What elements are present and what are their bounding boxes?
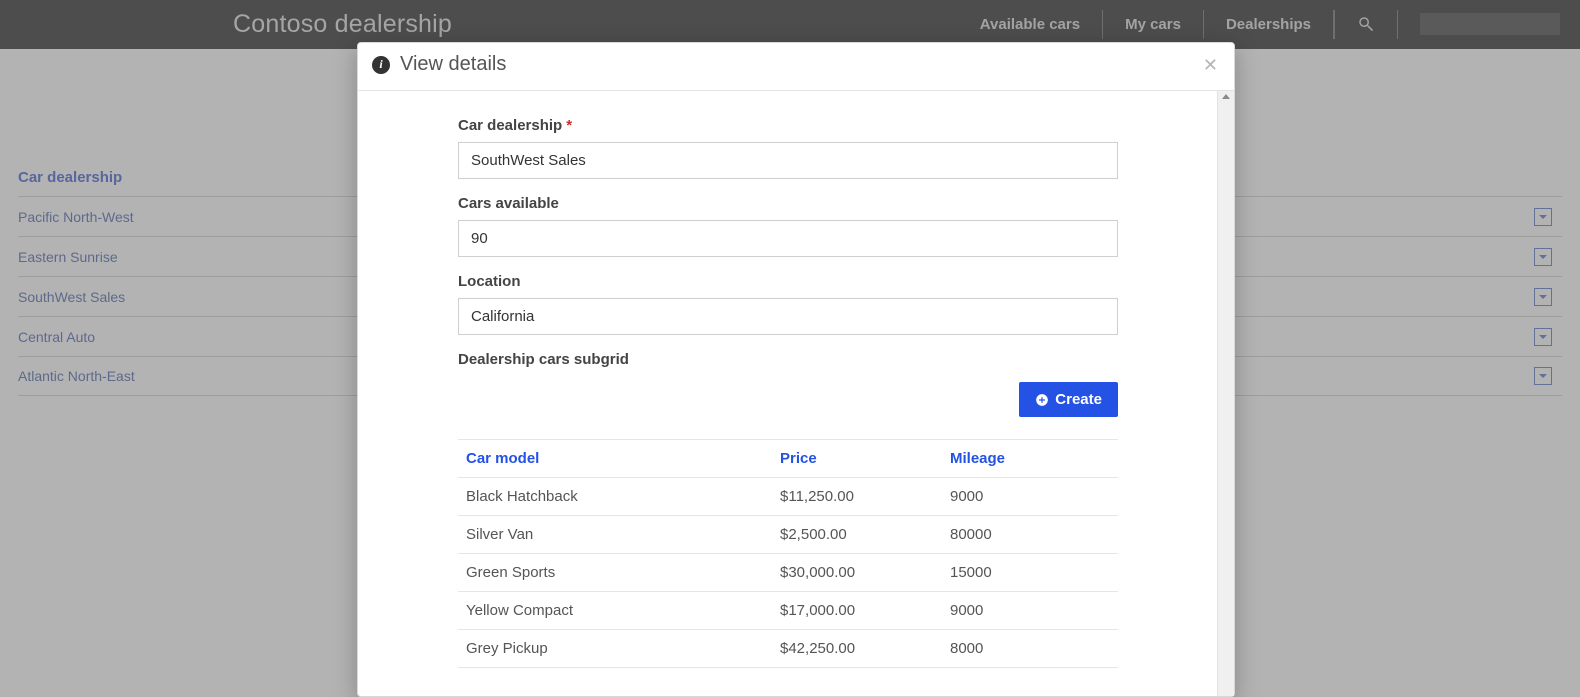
label-dealership: Car dealership*: [458, 117, 1218, 134]
cell-mileage: 8000: [950, 640, 1110, 657]
cell-mileage: 15000: [950, 564, 1110, 581]
info-icon: i: [372, 56, 390, 74]
table-row[interactable]: Silver Van $2,500.00 80000: [458, 516, 1118, 554]
cars-available-field[interactable]: [458, 220, 1118, 257]
modal-body: Car dealership* Cars available Location …: [358, 91, 1234, 696]
cell-price: $2,500.00: [780, 526, 950, 543]
cell-mileage: 80000: [950, 526, 1110, 543]
label-cars-available: Cars available: [458, 195, 1218, 212]
scrollbar[interactable]: [1217, 91, 1234, 696]
cell-price: $30,000.00: [780, 564, 950, 581]
subgrid-toolbar: Create: [458, 382, 1118, 417]
cell-price: $42,250.00: [780, 640, 950, 657]
label-subgrid: Dealership cars subgrid: [458, 351, 1218, 368]
modal-header: i View details ✕: [358, 43, 1234, 91]
label-dealership-text: Car dealership: [458, 117, 562, 134]
table-row[interactable]: Yellow Compact $17,000.00 9000: [458, 592, 1118, 630]
col-mileage[interactable]: Mileage: [950, 450, 1110, 467]
cell-price: $17,000.00: [780, 602, 950, 619]
col-model[interactable]: Car model: [466, 450, 780, 467]
col-price[interactable]: Price: [780, 450, 950, 467]
plus-circle-icon: [1035, 393, 1049, 407]
create-button[interactable]: Create: [1019, 382, 1118, 417]
cell-model: Grey Pickup: [466, 640, 780, 657]
required-asterisk: *: [566, 117, 572, 134]
cell-mileage: 9000: [950, 488, 1110, 505]
table-row[interactable]: Black Hatchback $11,250.00 9000: [458, 478, 1118, 516]
cell-model: Silver Van: [466, 526, 780, 543]
label-location: Location: [458, 273, 1218, 290]
view-details-modal: i View details ✕ Car dealership* Cars av…: [357, 42, 1235, 697]
table-row[interactable]: Green Sports $30,000.00 15000: [458, 554, 1118, 592]
create-button-label: Create: [1055, 391, 1102, 408]
cell-model: Green Sports: [466, 564, 780, 581]
cell-price: $11,250.00: [780, 488, 950, 505]
cell-mileage: 9000: [950, 602, 1110, 619]
cars-subgrid: Car model Price Mileage Black Hatchback …: [458, 439, 1118, 668]
dealership-field[interactable]: [458, 142, 1118, 179]
table-row[interactable]: Grey Pickup $42,250.00 8000: [458, 630, 1118, 668]
cell-model: Yellow Compact: [466, 602, 780, 619]
modal-title: View details: [400, 53, 506, 76]
subgrid-header: Car model Price Mileage: [458, 440, 1118, 478]
cell-model: Black Hatchback: [466, 488, 780, 505]
location-field[interactable]: [458, 298, 1118, 335]
close-icon[interactable]: ✕: [1203, 56, 1218, 74]
